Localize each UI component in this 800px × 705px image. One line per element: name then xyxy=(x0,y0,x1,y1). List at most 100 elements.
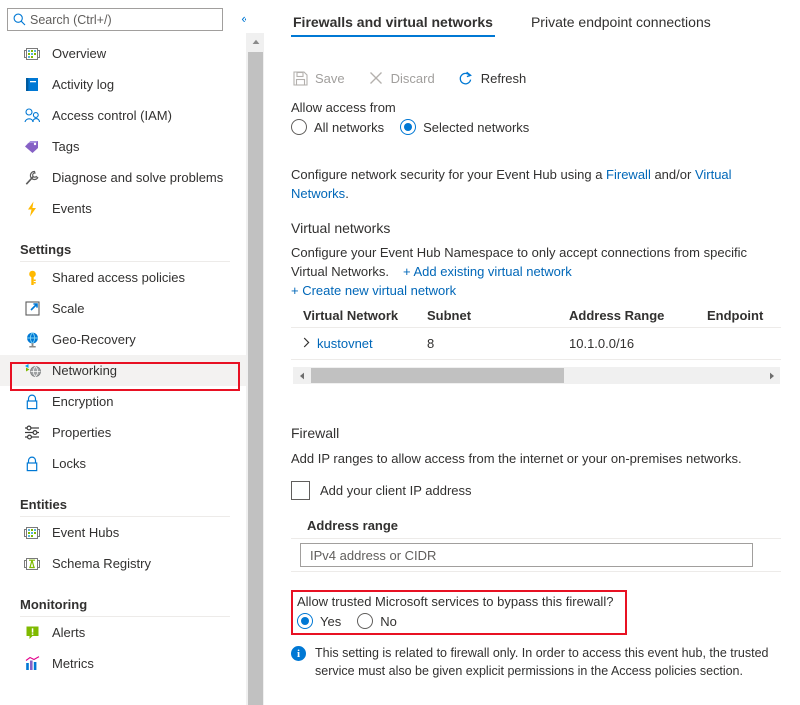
table-header-row: Virtual Network Subnet Address Range End… xyxy=(291,303,781,328)
radio-circle-icon xyxy=(357,613,373,629)
discard-button[interactable]: Discard xyxy=(367,69,435,87)
address-range-header-row: Address range xyxy=(291,512,781,539)
desc-part-3: . xyxy=(345,186,349,201)
trusted-services-highlight-box: Allow trusted Microsoft services to bypa… xyxy=(291,590,627,635)
tab-label: Private endpoint connections xyxy=(531,14,711,30)
sidebar-scrollbar[interactable] xyxy=(246,33,264,705)
sidebar-item-label: Access control (IAM) xyxy=(52,108,172,124)
radio-label: Selected networks xyxy=(423,120,529,135)
address-range-input-row xyxy=(291,539,781,572)
scroll-right-icon[interactable] xyxy=(763,367,780,384)
sidebar-item-schema-registry[interactable]: Schema Registry xyxy=(0,548,246,579)
desc-part-2: and/or xyxy=(651,167,695,182)
close-icon xyxy=(367,69,385,87)
tab-label: Firewalls and virtual networks xyxy=(293,14,493,30)
refresh-icon xyxy=(457,69,475,87)
virtual-networks-heading: Virtual networks xyxy=(291,220,390,236)
save-label: Save xyxy=(315,71,345,86)
sidebar-item-label: Activity log xyxy=(52,77,114,93)
sidebar-item-label: Scale xyxy=(52,301,85,317)
sidebar-item-label: Encryption xyxy=(52,394,113,410)
search-icon xyxy=(8,9,30,30)
sidebar-item-diagnose[interactable]: Diagnose and solve problems xyxy=(0,162,246,193)
events-icon xyxy=(22,199,42,219)
sidebar-item-label: Schema Registry xyxy=(52,556,151,572)
azure-portal-screen: « xyxy=(0,0,800,705)
table-row[interactable]: kustovnet 8 10.1.0.0/16 xyxy=(291,328,781,360)
sidebar-item-access-control[interactable]: Access control (IAM) xyxy=(0,100,246,131)
column-header-endpoint: Endpoint xyxy=(707,308,777,323)
sidebar-item-alerts[interactable]: Alerts xyxy=(0,617,246,648)
info-message-row: i This setting is related to firewall on… xyxy=(291,644,771,680)
sidebar-item-encryption[interactable]: Encryption xyxy=(0,386,246,417)
sidebar-group-entities: Entities xyxy=(0,479,246,517)
info-icon: i xyxy=(291,646,306,661)
sidebar-item-overview[interactable]: Overview xyxy=(0,38,246,69)
sidebar: « xyxy=(0,0,246,705)
scroll-left-icon[interactable] xyxy=(293,367,310,384)
sidebar-item-activity-log[interactable]: Activity log xyxy=(0,69,246,100)
sidebar-item-scale[interactable]: Scale xyxy=(0,293,246,324)
sidebar-item-label: Properties xyxy=(52,425,111,441)
collapse-panel-icon[interactable]: « xyxy=(236,9,246,27)
radio-trusted-yes[interactable]: Yes xyxy=(297,613,341,629)
address-range-input[interactable] xyxy=(300,543,753,567)
radio-circle-icon xyxy=(400,119,416,135)
sidebar-item-metrics[interactable]: Metrics xyxy=(0,648,246,679)
radio-all-networks[interactable]: All networks xyxy=(291,119,384,135)
command-toolbar: Save Discard Refresh xyxy=(291,64,548,92)
sidebar-group-monitoring: Monitoring xyxy=(0,579,246,617)
add-client-ip-checkbox-row[interactable]: Add your client IP address xyxy=(291,481,472,500)
virtual-network-name-link[interactable]: kustovnet xyxy=(317,336,373,351)
save-icon xyxy=(291,69,309,87)
radio-trusted-no[interactable]: No xyxy=(357,613,397,629)
trusted-services-question: Allow trusted Microsoft services to bypa… xyxy=(297,594,613,609)
chevron-right-icon[interactable] xyxy=(303,336,310,351)
sidebar-item-events[interactable]: Events xyxy=(0,193,246,224)
checkbox-icon[interactable] xyxy=(291,481,310,500)
discard-label: Discard xyxy=(391,71,435,86)
cell-address-range: 10.1.0.0/16 xyxy=(569,336,707,351)
radio-label: Yes xyxy=(320,614,341,629)
tab-firewalls-and-virtual-networks[interactable]: Firewalls and virtual networks xyxy=(291,10,495,40)
firewall-heading: Firewall xyxy=(291,425,339,441)
table-horizontal-scrollbar[interactable] xyxy=(293,367,780,384)
sidebar-group-label: Entities xyxy=(20,497,246,517)
sidebar-item-tags[interactable]: Tags xyxy=(0,131,246,162)
metrics-icon xyxy=(22,654,42,674)
overview-icon xyxy=(22,44,42,64)
refresh-button[interactable]: Refresh xyxy=(457,69,527,87)
sidebar-scrollbar-thumb[interactable] xyxy=(248,52,263,705)
globe-icon xyxy=(22,330,42,350)
save-button[interactable]: Save xyxy=(291,69,345,87)
radio-label: No xyxy=(380,614,397,629)
search-input[interactable] xyxy=(30,10,216,29)
sidebar-item-label: Shared access policies xyxy=(52,270,185,286)
sidebar-item-label: Metrics xyxy=(52,656,94,672)
virtual-networks-description-block: Configure your Event Hub Namespace to on… xyxy=(291,243,761,300)
firewall-link[interactable]: Firewall xyxy=(606,167,651,182)
column-header-subnet: Subnet xyxy=(427,308,569,323)
lock-icon xyxy=(22,392,42,412)
sidebar-item-properties[interactable]: Properties xyxy=(0,417,246,448)
networking-icon xyxy=(22,361,42,381)
sidebar-item-event-hubs[interactable]: Event Hubs xyxy=(0,517,246,548)
radio-selected-networks[interactable]: Selected networks xyxy=(400,119,529,135)
search-box[interactable] xyxy=(7,8,223,31)
tags-icon xyxy=(22,137,42,157)
firewall-description: Add IP ranges to allow access from the i… xyxy=(291,449,771,468)
sidebar-item-shared-access-policies[interactable]: Shared access policies xyxy=(0,262,246,293)
schema-registry-icon xyxy=(22,554,42,574)
sidebar-item-label: Overview xyxy=(52,46,106,62)
refresh-label: Refresh xyxy=(481,71,527,86)
sidebar-item-geo-recovery[interactable]: Geo-Recovery xyxy=(0,324,246,355)
table-scrollbar-thumb[interactable] xyxy=(311,368,564,383)
create-new-virtual-network-link[interactable]: + Create new virtual network xyxy=(291,283,456,298)
add-existing-virtual-network-link[interactable]: + Add existing virtual network xyxy=(403,264,572,279)
sidebar-item-networking[interactable]: Networking xyxy=(0,355,246,386)
tab-private-endpoint-connections[interactable]: Private endpoint connections xyxy=(529,10,713,40)
sidebar-item-locks[interactable]: Locks xyxy=(0,448,246,479)
sidebar-item-label: Event Hubs xyxy=(52,525,119,541)
scroll-up-icon[interactable] xyxy=(247,33,264,50)
alerts-icon xyxy=(22,623,42,643)
